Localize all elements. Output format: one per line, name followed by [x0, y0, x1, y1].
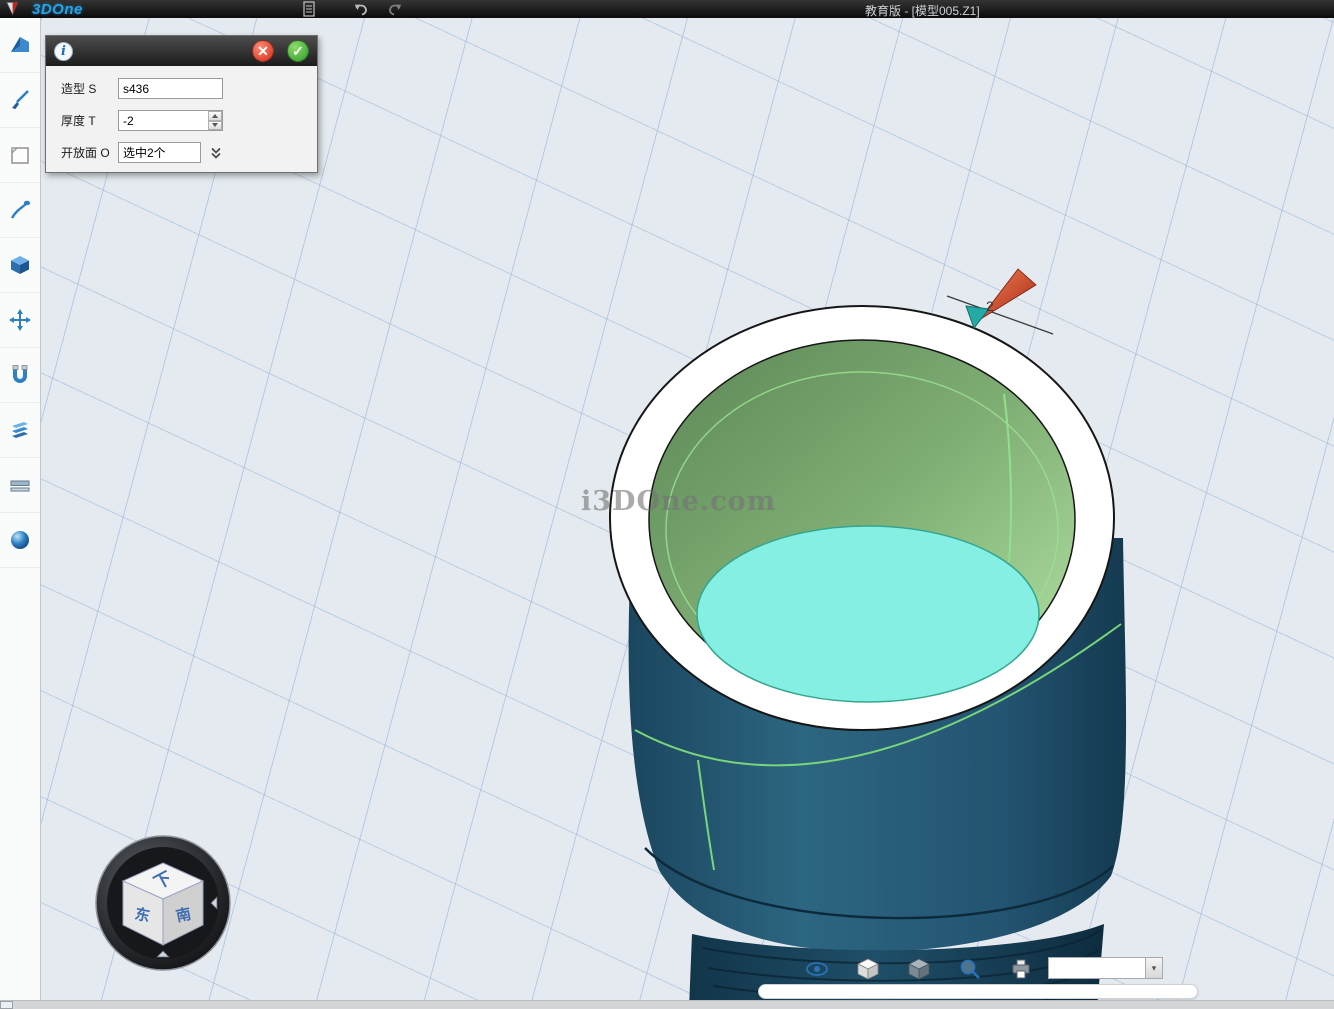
view-slider[interactable]	[758, 984, 1198, 999]
scrollbar-thumb[interactable]	[0, 1001, 13, 1009]
shaded-cube-icon[interactable]	[856, 957, 880, 981]
sidebar-item-assembly[interactable]	[0, 403, 40, 458]
expand-double-chevron-icon[interactable]	[206, 143, 226, 163]
field-row-shape: 造型 S	[61, 78, 317, 99]
logo-triangle-icon	[6, 1, 28, 17]
open-faces-label: 开放面 O	[61, 144, 118, 161]
app-logo: 3DOne	[6, 0, 83, 18]
info-icon[interactable]: i	[54, 42, 73, 61]
shell-command-dialog: i ✕ ✓ 造型 S 厚度 T 开放面 O	[45, 35, 318, 173]
watermark: i3DOne.com	[581, 486, 776, 517]
shape-input[interactable]	[118, 78, 223, 99]
horizontal-scrollbar[interactable]	[0, 1000, 1334, 1009]
left-toolbar	[0, 18, 41, 1000]
sidebar-item-sketch-plane[interactable]	[0, 128, 40, 183]
print-icon[interactable]	[1009, 957, 1033, 981]
cancel-button[interactable]: ✕	[252, 40, 274, 62]
thickness-stepper	[118, 110, 223, 131]
sidebar-item-primitives[interactable]	[0, 18, 40, 73]
chevron-down-icon[interactable]: ▾	[1146, 957, 1163, 979]
spin-up-button[interactable]	[208, 111, 222, 121]
model-floor-face[interactable]	[697, 526, 1039, 702]
solid-cube-icon[interactable]	[907, 957, 931, 981]
app-window: 3DOne 教育版 - [模型005.Z1]	[0, 0, 1334, 1009]
model-cylinder[interactable]	[610, 306, 1126, 1009]
eye-icon[interactable]	[805, 957, 829, 981]
spin-down-button[interactable]	[208, 121, 222, 131]
layers-icon	[8, 418, 32, 442]
view-preset-dropdown[interactable]: ▾	[1048, 957, 1163, 979]
undo-icon[interactable]	[352, 1, 370, 17]
open-faces-input[interactable]	[118, 142, 201, 163]
dialog-header: i ✕ ✓	[46, 36, 317, 66]
dimension-value: 2	[986, 298, 994, 314]
shape-label: 造型 S	[61, 80, 118, 97]
logo-text: 3DOne	[32, 1, 83, 18]
sidebar-item-features[interactable]	[0, 238, 40, 293]
sketch-plane-icon	[8, 143, 32, 167]
sphere-material-icon	[8, 528, 32, 552]
confirm-button[interactable]: ✓	[287, 40, 309, 62]
cube-feature-icon	[8, 253, 32, 277]
curve-tool-icon	[8, 198, 32, 222]
field-row-open-faces: 开放面 O	[61, 142, 317, 163]
dialog-body: 造型 S 厚度 T 开放面 O	[46, 66, 317, 163]
view-preset-value[interactable]	[1048, 957, 1146, 979]
zoom-icon[interactable]	[958, 957, 982, 981]
document-icon[interactable]	[300, 1, 318, 17]
magnet-icon	[8, 363, 32, 387]
redo-icon[interactable]	[386, 1, 404, 17]
window-title: 教育版 - [模型005.Z1]	[865, 2, 980, 19]
wedge-primitive-icon	[8, 33, 32, 57]
move-icon	[8, 308, 32, 332]
brush-icon	[8, 88, 32, 112]
field-row-thickness: 厚度 T	[61, 110, 317, 131]
sidebar-item-material[interactable]	[0, 513, 40, 568]
measure-icon	[8, 473, 32, 497]
sidebar-item-move[interactable]	[0, 293, 40, 348]
titlebar: 3DOne 教育版 - [模型005.Z1]	[0, 0, 1334, 18]
view-toolbar	[805, 956, 1033, 982]
sidebar-item-measure[interactable]	[0, 458, 40, 513]
sidebar-item-snap[interactable]	[0, 348, 40, 403]
sidebar-item-curve-tool[interactable]	[0, 183, 40, 238]
view-cube[interactable]: 下 东 南	[93, 833, 233, 973]
sidebar-item-sketch-draw[interactable]	[0, 73, 40, 128]
thickness-label: 厚度 T	[61, 112, 118, 129]
